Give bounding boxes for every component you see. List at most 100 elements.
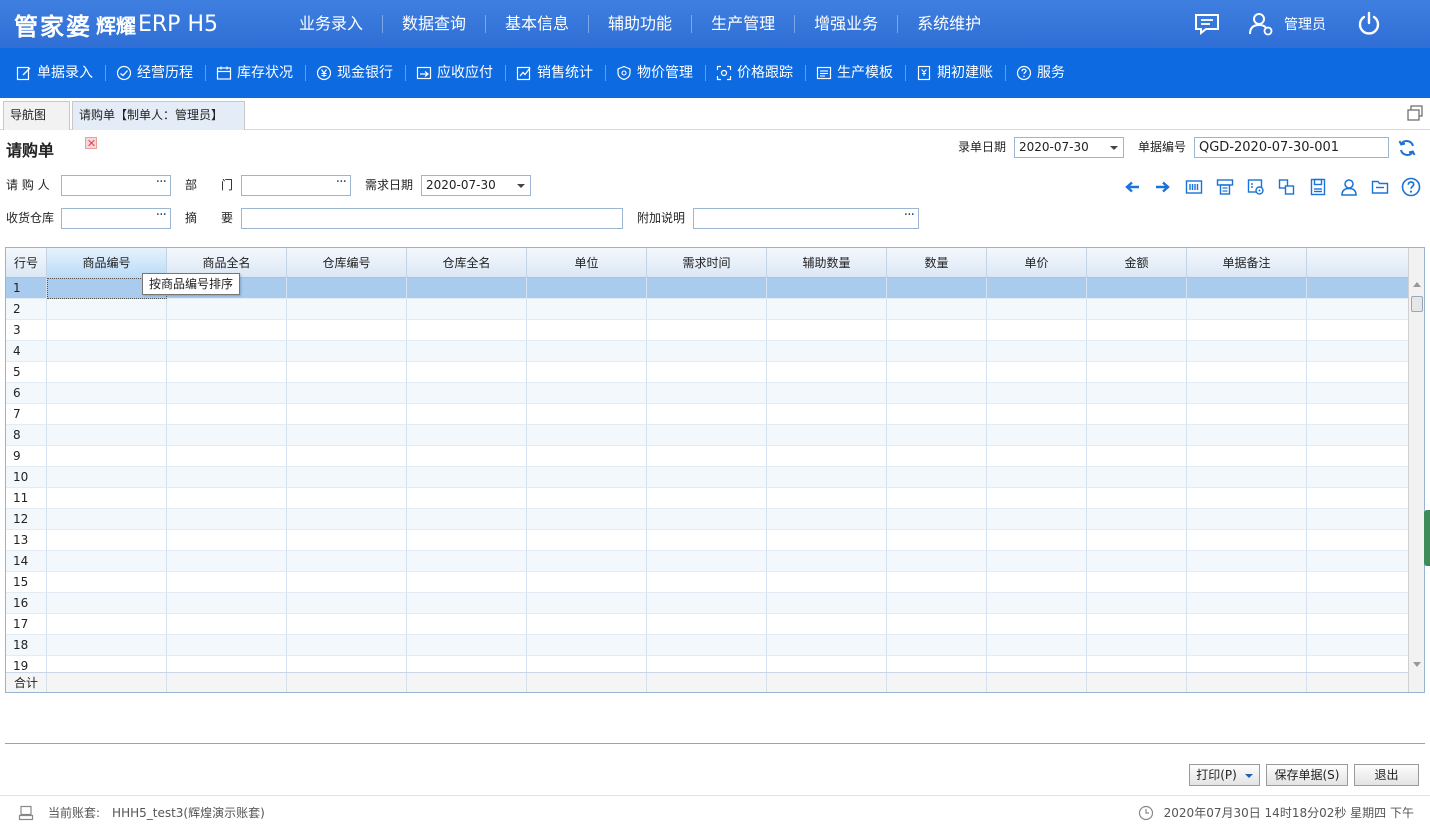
table-cell[interactable] <box>167 404 287 425</box>
message-icon[interactable] <box>1194 13 1220 35</box>
print-menu-button[interactable]: 打印(P) <box>1189 764 1260 786</box>
table-cell[interactable] <box>1187 404 1307 425</box>
next-doc-button[interactable] <box>1147 176 1178 198</box>
tab-navigation-map[interactable]: 导航图 <box>3 101 70 130</box>
table-cell[interactable] <box>1187 446 1307 467</box>
table-cell[interactable] <box>167 509 287 530</box>
table-cell[interactable] <box>287 362 407 383</box>
table-row[interactable]: 5 <box>6 362 1408 383</box>
table-cell[interactable] <box>407 425 527 446</box>
table-cell[interactable] <box>647 572 767 593</box>
table-row[interactable]: 7 <box>6 404 1408 425</box>
table-cell[interactable] <box>767 383 887 404</box>
table-cell[interactable] <box>167 656 287 672</box>
column-header-qty[interactable]: 数量 <box>887 248 987 278</box>
table-cell[interactable] <box>647 656 767 672</box>
quick-nav-service[interactable]: 服务 <box>1006 65 1077 81</box>
table-cell[interactable] <box>767 635 887 656</box>
user-select-button[interactable] <box>1333 176 1364 198</box>
table-cell[interactable] <box>1187 593 1307 614</box>
table-row[interactable]: 19 <box>6 656 1408 672</box>
table-cell[interactable] <box>887 362 987 383</box>
table-cell[interactable] <box>1187 383 1307 404</box>
main-nav-item-basic-info[interactable]: 基本信息 <box>486 15 590 33</box>
table-cell[interactable] <box>887 488 987 509</box>
table-cell[interactable] <box>1187 467 1307 488</box>
table-cell[interactable] <box>767 656 887 672</box>
table-cell[interactable] <box>527 299 647 320</box>
table-cell[interactable] <box>407 446 527 467</box>
table-cell[interactable] <box>767 467 887 488</box>
table-cell[interactable] <box>167 593 287 614</box>
column-header-unit-price[interactable]: 单价 <box>987 248 1087 278</box>
table-cell[interactable] <box>47 362 167 383</box>
table-cell[interactable] <box>287 320 407 341</box>
table-cell[interactable] <box>1187 530 1307 551</box>
requester-field[interactable]: ··· <box>61 174 171 196</box>
table-cell[interactable] <box>527 467 647 488</box>
table-cell[interactable] <box>47 530 167 551</box>
table-cell[interactable] <box>167 530 287 551</box>
table-cell[interactable] <box>407 635 527 656</box>
column-header-warehouse-name[interactable]: 仓库全名 <box>407 248 527 278</box>
table-cell[interactable] <box>647 551 767 572</box>
table-cell[interactable] <box>287 341 407 362</box>
grid-scrollbar[interactable] <box>1408 248 1424 692</box>
table-cell[interactable] <box>647 593 767 614</box>
table-cell[interactable] <box>287 509 407 530</box>
table-row[interactable]: 13 <box>6 530 1408 551</box>
main-nav-item-enhanced[interactable]: 增强业务 <box>795 15 899 33</box>
ellipsis-icon[interactable]: ··· <box>904 206 915 225</box>
print-button[interactable] <box>1209 176 1240 198</box>
quick-nav-price-track[interactable]: 价格跟踪 <box>706 65 806 81</box>
table-cell[interactable] <box>287 551 407 572</box>
power-icon[interactable] <box>1356 11 1382 37</box>
table-cell[interactable] <box>407 467 527 488</box>
table-cell[interactable] <box>47 656 167 672</box>
table-cell[interactable] <box>887 299 987 320</box>
table-cell[interactable] <box>887 404 987 425</box>
table-cell[interactable] <box>47 551 167 572</box>
table-cell[interactable] <box>167 551 287 572</box>
quick-nav-cash[interactable]: 现金银行 <box>306 65 406 81</box>
table-cell[interactable] <box>647 341 767 362</box>
table-cell[interactable] <box>647 320 767 341</box>
table-cell[interactable] <box>527 278 647 299</box>
table-cell[interactable] <box>1187 362 1307 383</box>
table-cell[interactable] <box>47 299 167 320</box>
table-cell[interactable] <box>527 383 647 404</box>
table-cell[interactable] <box>887 509 987 530</box>
table-cell[interactable] <box>287 572 407 593</box>
table-cell[interactable] <box>47 446 167 467</box>
table-row[interactable]: 10 <box>6 467 1408 488</box>
table-cell[interactable] <box>527 509 647 530</box>
warehouse-field[interactable]: ··· <box>61 207 171 229</box>
table-cell[interactable] <box>987 614 1087 635</box>
table-cell[interactable] <box>527 362 647 383</box>
column-header-aux-qty[interactable]: 辅助数量 <box>767 248 887 278</box>
table-cell[interactable] <box>987 593 1087 614</box>
table-cell[interactable] <box>287 488 407 509</box>
table-cell[interactable] <box>47 383 167 404</box>
table-cell[interactable] <box>287 299 407 320</box>
need-date-field[interactable]: 2020-07-30 <box>421 175 531 196</box>
table-cell[interactable] <box>1087 467 1187 488</box>
table-cell[interactable] <box>987 509 1087 530</box>
main-nav-item-aux-functions[interactable]: 辅助功能 <box>589 15 693 33</box>
table-cell[interactable] <box>767 488 887 509</box>
table-cell[interactable] <box>647 278 767 299</box>
table-cell[interactable] <box>167 425 287 446</box>
quick-nav-prod-template[interactable]: 生产模板 <box>806 65 906 81</box>
table-cell[interactable] <box>887 446 987 467</box>
table-cell[interactable] <box>287 446 407 467</box>
table-cell[interactable] <box>887 383 987 404</box>
table-cell[interactable] <box>1087 383 1187 404</box>
table-cell[interactable] <box>287 278 407 299</box>
table-cell[interactable] <box>767 341 887 362</box>
table-cell[interactable] <box>887 551 987 572</box>
table-cell[interactable] <box>887 635 987 656</box>
table-cell[interactable] <box>407 593 527 614</box>
table-cell[interactable] <box>407 299 527 320</box>
table-cell[interactable] <box>1187 278 1307 299</box>
quick-nav-opening[interactable]: 期初建账 <box>906 65 1006 81</box>
